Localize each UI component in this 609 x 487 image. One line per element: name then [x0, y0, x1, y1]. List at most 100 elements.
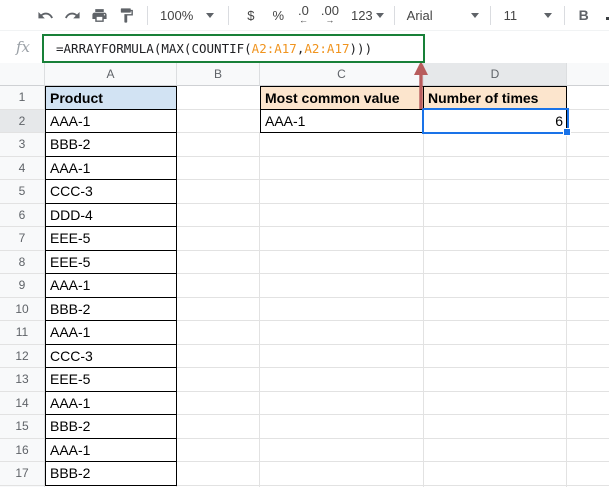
cell-E6[interactable] [567, 204, 609, 228]
cell-D1[interactable]: Number of times [424, 86, 567, 110]
cell-D17[interactable] [424, 462, 567, 486]
row-number-10[interactable]: 10 [0, 298, 45, 322]
cell-A17[interactable]: BBB-2 [45, 462, 177, 486]
column-header-B[interactable]: B [177, 63, 260, 86]
cell-B14[interactable] [177, 392, 260, 416]
bold-button[interactable]: B [579, 7, 589, 23]
cell-C8[interactable] [260, 251, 424, 275]
row-number-7[interactable]: 7 [0, 227, 45, 251]
cell-C4[interactable] [260, 157, 424, 181]
cell-B5[interactable] [177, 180, 260, 204]
cell-D3[interactable] [424, 133, 567, 157]
cell-B13[interactable] [177, 368, 260, 392]
row-number-11[interactable]: 11 [0, 321, 45, 345]
row-number-17[interactable]: 17 [0, 462, 45, 486]
cell-D5[interactable] [424, 180, 567, 204]
cell-E1[interactable] [567, 86, 609, 110]
row-number-13[interactable]: 13 [0, 368, 45, 392]
cell-A1[interactable]: Product [45, 86, 177, 110]
cell-A15[interactable]: BBB-2 [45, 415, 177, 439]
cell-B7[interactable] [177, 227, 260, 251]
italic-button-partial[interactable] [606, 17, 609, 20]
cell-A6[interactable]: DDD-4 [45, 204, 177, 228]
cell-E12[interactable] [567, 345, 609, 369]
cell-A2[interactable]: AAA-1 [45, 110, 177, 134]
column-header-C[interactable]: C [260, 63, 424, 86]
decrease-decimal-button[interactable]: .0 ← [298, 6, 309, 25]
cell-C7[interactable] [260, 227, 424, 251]
cell-A14[interactable]: AAA-1 [45, 392, 177, 416]
cell-C10[interactable] [260, 298, 424, 322]
cell-B12[interactable] [177, 345, 260, 369]
cell-D6[interactable] [424, 204, 567, 228]
cell-B10[interactable] [177, 298, 260, 322]
cell-A16[interactable]: AAA-1 [45, 439, 177, 463]
cell-A12[interactable]: CCC-3 [45, 345, 177, 369]
cell-C11[interactable] [260, 321, 424, 345]
cell-B9[interactable] [177, 274, 260, 298]
cell-E13[interactable] [567, 368, 609, 392]
row-number-9[interactable]: 9 [0, 274, 45, 298]
cell-E4[interactable] [567, 157, 609, 181]
cell-D9[interactable] [424, 274, 567, 298]
cell-A8[interactable]: EEE-5 [45, 251, 177, 275]
font-size-select[interactable]: 11 [504, 8, 552, 23]
cell-A5[interactable]: CCC-3 [45, 180, 177, 204]
cell-C5[interactable] [260, 180, 424, 204]
cell-C17[interactable] [260, 462, 424, 486]
column-header-D[interactable]: D [424, 63, 567, 86]
cell-B6[interactable] [177, 204, 260, 228]
cell-A4[interactable]: AAA-1 [45, 157, 177, 181]
zoom-select[interactable]: 100% [160, 8, 214, 23]
cell-D16[interactable] [424, 439, 567, 463]
cell-D8[interactable] [424, 251, 567, 275]
cell-D14[interactable] [424, 392, 567, 416]
row-number-2[interactable]: 2 [0, 110, 45, 134]
selected-cell-outline[interactable] [422, 108, 569, 134]
cell-D7[interactable] [424, 227, 567, 251]
cell-C12[interactable] [260, 345, 424, 369]
cell-E2[interactable] [567, 110, 609, 134]
paint-format-icon[interactable] [117, 6, 135, 24]
cell-A10[interactable]: BBB-2 [45, 298, 177, 322]
cell-B15[interactable] [177, 415, 260, 439]
cell-D10[interactable] [424, 298, 567, 322]
cell-C6[interactable] [260, 204, 424, 228]
cell-E17[interactable] [567, 462, 609, 486]
cell-B4[interactable] [177, 157, 260, 181]
column-header-A[interactable]: A [45, 63, 177, 86]
cell-D13[interactable] [424, 368, 567, 392]
cell-A13[interactable]: EEE-5 [45, 368, 177, 392]
print-icon[interactable] [90, 6, 108, 24]
currency-format-button[interactable]: $ [247, 8, 254, 23]
cell-E5[interactable] [567, 180, 609, 204]
cell-E15[interactable] [567, 415, 609, 439]
cell-D15[interactable] [424, 415, 567, 439]
cell-B8[interactable] [177, 251, 260, 275]
cell-E8[interactable] [567, 251, 609, 275]
row-number-3[interactable]: 3 [0, 133, 45, 157]
formula-input[interactable]: =ARRAYFORMULA(MAX(COUNTIF(A2:A17,A2:A17)… [42, 34, 425, 63]
cell-B16[interactable] [177, 439, 260, 463]
cell-B11[interactable] [177, 321, 260, 345]
percent-format-button[interactable]: % [272, 8, 284, 23]
undo-icon[interactable] [36, 6, 54, 24]
row-number-14[interactable]: 14 [0, 392, 45, 416]
more-formats-button[interactable]: 123 [351, 8, 384, 23]
cell-B2[interactable] [177, 110, 260, 134]
cell-B3[interactable] [177, 133, 260, 157]
row-number-8[interactable]: 8 [0, 251, 45, 275]
cell-C3[interactable] [260, 133, 424, 157]
row-number-1[interactable]: 1 [0, 86, 45, 110]
cell-D4[interactable] [424, 157, 567, 181]
cell-C14[interactable] [260, 392, 424, 416]
row-number-5[interactable]: 5 [0, 180, 45, 204]
cell-A11[interactable]: AAA-1 [45, 321, 177, 345]
cell-E3[interactable] [567, 133, 609, 157]
font-family-select[interactable]: Arial [407, 8, 479, 23]
cell-A3[interactable]: BBB-2 [45, 133, 177, 157]
cell-D11[interactable] [424, 321, 567, 345]
row-number-12[interactable]: 12 [0, 345, 45, 369]
cell-A7[interactable]: EEE-5 [45, 227, 177, 251]
row-number-4[interactable]: 4 [0, 157, 45, 181]
